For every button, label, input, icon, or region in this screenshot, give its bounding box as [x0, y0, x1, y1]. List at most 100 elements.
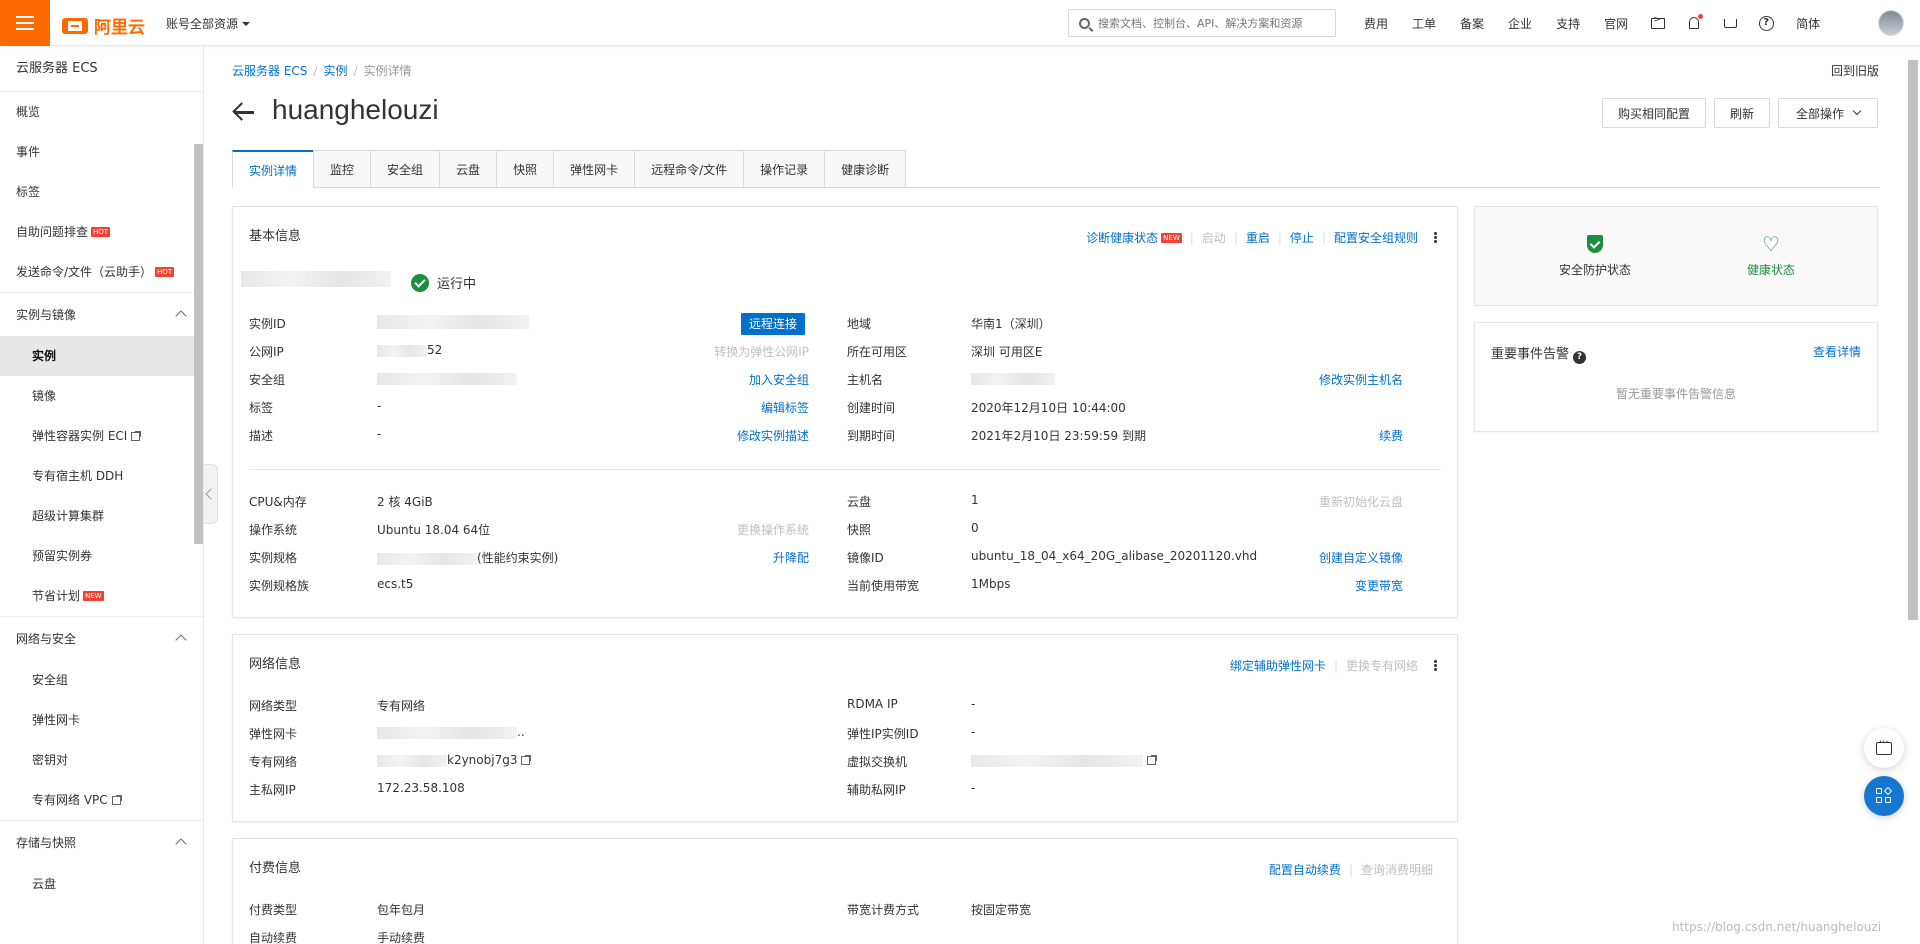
diagnose-health-link[interactable]: 诊断健康状态 NEW [1086, 229, 1182, 246]
sidebar-item-tags[interactable]: 标签 [0, 172, 203, 212]
external-link-icon[interactable] [521, 755, 532, 765]
tab-monitoring[interactable]: 监控 [313, 150, 371, 188]
edit-description-link[interactable]: 修改实例描述 [737, 427, 809, 444]
avatar[interactable] [1878, 10, 1904, 36]
sidebar-item-ddh[interactable]: 专有宿主机 DDH [0, 456, 203, 496]
help-button[interactable]: ? [1756, 13, 1776, 33]
renew-link[interactable]: 续费 [1379, 427, 1403, 444]
nav-enterprise[interactable]: 企业 [1508, 15, 1532, 32]
restart-link[interactable]: 重启 [1246, 229, 1270, 246]
chat-button[interactable] [1864, 728, 1904, 768]
detail-tabs: 实例详情 监控 安全组 云盘 快照 弹性网卡 远程命令/文件 操作记录 健康诊断 [232, 150, 1880, 188]
edit-tags-link[interactable]: 编辑标签 [761, 399, 809, 416]
divider [249, 469, 1441, 470]
start-link[interactable]: 启动 [1202, 229, 1226, 246]
edit-hostname-link[interactable]: 修改实例主机名 [1319, 371, 1403, 388]
terminal-icon [1651, 15, 1666, 29]
chat-icon [1876, 737, 1892, 755]
tab-remote-commands[interactable]: 远程命令/文件 [634, 150, 744, 188]
join-security-group-link[interactable]: 加入安全组 [749, 371, 809, 388]
change-os-link[interactable]: 更换操作系统 [737, 521, 809, 538]
aliyun-logo[interactable]: 阿里云 [62, 13, 145, 38]
nav-fees[interactable]: 费用 [1364, 15, 1388, 32]
remote-connect-button[interactable]: 远程连接 [741, 313, 806, 335]
notifications-button[interactable] [1684, 13, 1704, 33]
create-custom-image-link[interactable]: 创建自定义镜像 [1319, 549, 1403, 566]
sidebar-item-security-groups[interactable]: 安全组 [0, 660, 203, 700]
all-operations-dropdown[interactable]: 全部操作 [1778, 98, 1878, 128]
chevron-up-icon [175, 634, 187, 646]
config-auto-renew-link[interactable]: 配置自动续费 [1269, 861, 1341, 878]
nav-tickets[interactable]: 工单 [1412, 15, 1436, 32]
sidebar-item-instances[interactable]: 实例 [0, 336, 203, 376]
sidebar-group-network-security[interactable]: 网络与安全 [0, 616, 203, 660]
sidebar-item-self-troubleshoot[interactable]: 自助问题排查 HOT [0, 212, 203, 252]
sidebar-item-key-pairs[interactable]: 密钥对 [0, 740, 203, 780]
back-arrow-icon[interactable] [232, 100, 256, 124]
sidebar-collapse-handle[interactable] [204, 464, 218, 524]
question-icon[interactable]: ? [1573, 351, 1587, 364]
tab-instance-details[interactable]: 实例详情 [232, 150, 314, 188]
more-vertical-icon[interactable] [1434, 236, 1437, 239]
menu-button[interactable] [0, 0, 50, 46]
security-status[interactable]: 安全防护状态 [1535, 235, 1655, 278]
basic-info-actions: 诊断健康状态 NEW | 启动 | 重启 | 停止 | 配置安全组规则 [1082, 229, 1437, 246]
sidebar-item-disks[interactable]: 云盘 [0, 864, 203, 904]
tab-operation-logs[interactable]: 操作记录 [743, 150, 825, 188]
sidebar-scrollbar[interactable] [194, 144, 203, 544]
config-security-group-rules-link[interactable]: 配置安全组规则 [1334, 229, 1418, 246]
search-box[interactable] [1068, 9, 1336, 37]
external-link-icon[interactable] [1147, 755, 1157, 765]
tab-eni[interactable]: 弹性网卡 [553, 150, 635, 188]
view-details-link[interactable]: 查看详情 [1813, 343, 1861, 360]
search-input[interactable] [1098, 16, 1328, 30]
heart-pulse-icon: ♡ [1762, 232, 1780, 256]
back-to-old-version-link[interactable]: 回到旧版 [1831, 62, 1879, 79]
cloud-shell-button[interactable] [1648, 13, 1668, 33]
more-vertical-icon[interactable] [1434, 664, 1437, 667]
sidebar-item-reserved-instances[interactable]: 预留实例券 [0, 536, 203, 576]
stop-link[interactable]: 停止 [1290, 229, 1314, 246]
sidebar-item-savings-plan[interactable]: 节省计划 NEW [0, 576, 203, 616]
sidebar-item-eci[interactable]: 弹性容器实例 ECI [0, 416, 203, 456]
reinit-disk-link[interactable]: 重新初始化云盘 [1319, 493, 1403, 510]
main-scrollbar[interactable] [1908, 60, 1918, 620]
apps-button[interactable] [1864, 776, 1904, 816]
sidebar-item-send-command[interactable]: 发送命令/文件（云助手） HOT [0, 252, 203, 292]
cart-button[interactable] [1720, 13, 1740, 33]
breadcrumb-instances[interactable]: 实例 [323, 64, 347, 78]
breadcrumb-ecs[interactable]: 云服务器 ECS [232, 64, 307, 78]
nav-icp[interactable]: 备案 [1460, 15, 1484, 32]
nav-official-site[interactable]: 官网 [1604, 15, 1628, 32]
tab-security-groups[interactable]: 安全组 [370, 150, 440, 188]
account-resource-selector[interactable]: 账号全部资源 [166, 15, 251, 32]
sidebar-item-scc[interactable]: 超级计算集群 [0, 496, 203, 536]
hot-badge: HOT [91, 227, 111, 237]
sidebar: 云服务器 ECS 概览 事件 标签 自助问题排查 HOT 发送命令/文件（云助手）… [0, 46, 204, 944]
watermark: https://blog.csdn.net/huanghelouzi [1672, 920, 1882, 934]
redacted-value [377, 344, 427, 357]
change-vpc-link[interactable]: 更换专有网络 [1346, 657, 1418, 674]
sidebar-item-events[interactable]: 事件 [0, 132, 203, 172]
consumption-detail-link[interactable]: 查询消费明细 [1361, 861, 1433, 878]
sidebar-item-overview[interactable]: 概览 [0, 92, 203, 132]
refresh-button[interactable]: 刷新 [1714, 98, 1770, 128]
change-bandwidth-link[interactable]: 变更带宽 [1355, 577, 1403, 594]
language-selector[interactable]: 简体 [1796, 15, 1820, 32]
sidebar-group-instances-images[interactable]: 实例与镜像 [0, 292, 203, 336]
bell-icon [1689, 17, 1700, 29]
events-empty-text: 暂无重要事件告警信息 [1615, 387, 1736, 401]
change-spec-link[interactable]: 升降配 [773, 549, 809, 566]
nav-support[interactable]: 支持 [1556, 15, 1580, 32]
tab-snapshots[interactable]: 快照 [496, 150, 554, 188]
tab-health-diagnosis[interactable]: 健康诊断 [824, 150, 907, 188]
sidebar-group-storage-snapshots[interactable]: 存储与快照 [0, 820, 203, 864]
sidebar-item-images[interactable]: 镜像 [0, 376, 203, 416]
tab-disks[interactable]: 云盘 [439, 150, 497, 188]
health-status[interactable]: ♡ 健康状态 [1711, 232, 1831, 278]
bind-secondary-eni-link[interactable]: 绑定辅助弹性网卡 [1230, 657, 1326, 674]
buy-same-config-button[interactable]: 购买相同配置 [1602, 98, 1706, 128]
sidebar-item-vpc[interactable]: 专有网络 VPC [0, 780, 203, 820]
convert-eip-link[interactable]: 转换为弹性公网IP [714, 343, 809, 360]
sidebar-item-eni[interactable]: 弹性网卡 [0, 700, 203, 740]
